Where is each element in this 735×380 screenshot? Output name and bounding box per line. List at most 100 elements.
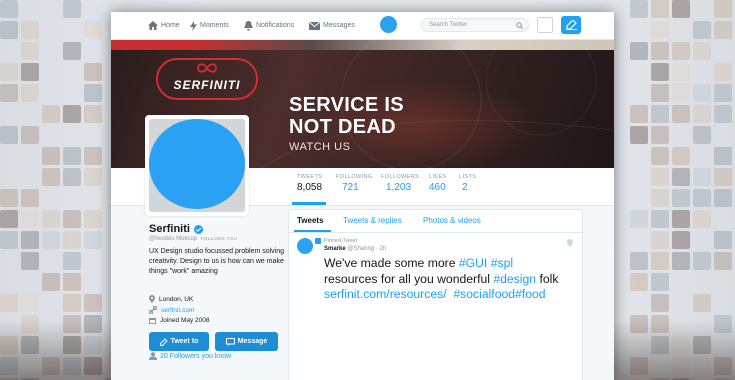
mosaic-tile xyxy=(651,189,669,207)
mosaic-tile xyxy=(84,84,102,102)
mosaic-tile xyxy=(42,273,60,291)
mosaic-tile xyxy=(672,189,690,207)
mosaic-tile xyxy=(84,21,102,39)
pin-icon xyxy=(315,238,321,244)
lightning-icon xyxy=(190,20,197,31)
mosaic-tile xyxy=(651,273,669,291)
mosaic-tile xyxy=(672,63,690,81)
mosaic-tile xyxy=(21,231,39,249)
compose-tweet-button[interactable] xyxy=(561,16,581,34)
mosaic-tile xyxy=(693,168,711,186)
active-tab-indicator xyxy=(294,230,331,232)
message-button[interactable]: Message xyxy=(215,332,278,351)
stat-followers[interactable]: FOLLOWERS 1,203 xyxy=(381,174,419,193)
profile-avatar[interactable] xyxy=(145,115,249,216)
profile-location: London, UK xyxy=(149,295,193,303)
mosaic-tile xyxy=(0,63,18,81)
hashtag-design[interactable]: #design xyxy=(493,272,536,286)
nav-notifications[interactable]: Notifications xyxy=(244,12,294,39)
location-text: London, UK xyxy=(159,295,194,303)
hashtag-gui[interactable]: #GUI xyxy=(459,256,487,270)
tab-tweets-replies[interactable]: Tweets & replies xyxy=(343,216,402,225)
stat-following-value: 721 xyxy=(342,182,359,193)
mosaic-tile xyxy=(0,294,18,312)
search-icon xyxy=(516,22,523,29)
mosaic-tile xyxy=(714,168,732,186)
tweet-text-3: folk xyxy=(536,271,559,286)
bell-icon xyxy=(244,20,253,30)
hashtag-socialfood[interactable]: #socialfood xyxy=(447,287,515,301)
mosaic-tile xyxy=(0,231,18,249)
mosaic-tile xyxy=(21,252,39,270)
mosaic-tile xyxy=(714,63,732,81)
account-menu-button[interactable] xyxy=(537,17,553,33)
nav-moments-label: Moments xyxy=(200,22,229,29)
nav-avatar[interactable] xyxy=(380,16,397,33)
mosaic-tile xyxy=(672,252,690,270)
mosaic-tile xyxy=(63,231,81,249)
mosaic-tile xyxy=(693,105,711,123)
tweet-author-name[interactable]: Smarke xyxy=(324,246,346,252)
tweet-text-2: resources for all you wonderful xyxy=(324,271,494,286)
profile-website[interactable]: serfinit.com xyxy=(149,306,194,314)
stat-likes[interactable]: LIKES 460 xyxy=(429,174,447,193)
mosaic-tile xyxy=(714,0,732,18)
mosaic-tile xyxy=(672,0,690,18)
mosaic-tile xyxy=(630,126,648,144)
location-marker-icon xyxy=(567,239,573,247)
stat-tweets[interactable]: TWEETS 8,058 xyxy=(297,174,322,193)
mosaic-tile xyxy=(42,168,60,186)
mosaic-tile xyxy=(651,210,669,228)
stat-lists-value: 2 xyxy=(462,182,468,193)
mosaic-tile xyxy=(651,0,669,18)
timeline: Tweets Tweets & replies Photos & videos … xyxy=(288,209,583,380)
stat-following[interactable]: FOLLOWING 721 xyxy=(336,174,373,193)
profile-name: Serfiniti xyxy=(149,223,203,235)
tab-photos-videos[interactable]: Photos & videos xyxy=(423,216,481,225)
tweet-time: · 2h xyxy=(375,246,387,252)
active-stat-indicator xyxy=(292,202,326,205)
mosaic-tile xyxy=(0,84,18,102)
stat-likes-label: LIKES xyxy=(429,174,447,180)
mosaic-tile xyxy=(693,42,711,60)
hashtag-spl[interactable]: #spl xyxy=(487,256,513,270)
tab-tweets[interactable]: Tweets xyxy=(297,216,324,225)
followers-you-know[interactable]: 20 Followers you know xyxy=(149,352,231,360)
nav-messages[interactable]: Messages xyxy=(309,12,355,39)
mosaic-tile xyxy=(0,21,18,39)
mosaic-tile xyxy=(714,21,732,39)
mosaic-tile xyxy=(672,231,690,249)
mosaic-tile xyxy=(21,84,39,102)
tweet-author-avatar[interactable] xyxy=(297,238,313,254)
mosaic-tile xyxy=(42,147,60,165)
search-input[interactable]: Search Twitter xyxy=(421,18,529,32)
mosaic-tile xyxy=(693,252,711,270)
tweet-to-label: Tweet to xyxy=(170,338,199,345)
profile-handle: @foodies Mokcup FOLLOWS YOU xyxy=(149,236,237,242)
mosaic-tile xyxy=(714,231,732,249)
mosaic-tile xyxy=(21,63,39,81)
nav-messages-label: Messages xyxy=(323,22,355,29)
mosaic-tile xyxy=(651,84,669,102)
profile-bio: UX Design studio focussed problem solvin… xyxy=(149,248,285,275)
hashtag-food[interactable]: #food xyxy=(515,287,546,301)
mosaic-tile xyxy=(21,210,39,228)
mosaic-tile xyxy=(651,126,669,144)
tweet-link[interactable]: serfinit.com/resources/ xyxy=(324,287,447,301)
profile-handle-text: @foodies Mokcup xyxy=(149,236,198,242)
message-icon xyxy=(225,337,235,346)
nav-home[interactable]: Home xyxy=(148,12,180,39)
stat-lists[interactable]: LISTS 2 xyxy=(459,174,476,193)
tweet-text-1: We've made some more xyxy=(324,256,459,270)
mosaic-tile xyxy=(42,210,60,228)
stat-likes-value: 460 xyxy=(429,182,446,193)
twitter-profile-window: Home Moments Notifications Messages Sear… xyxy=(111,12,614,380)
mosaic-tile xyxy=(84,147,102,165)
avatar-circle xyxy=(149,119,245,209)
nav-moments[interactable]: Moments xyxy=(190,12,229,39)
search-placeholder: Search Twitter xyxy=(429,22,468,28)
tweet-to-button[interactable]: Tweet to xyxy=(149,332,209,351)
mosaic-tile xyxy=(672,84,690,102)
mosaic-tile xyxy=(651,147,669,165)
mosaic-tile xyxy=(0,210,18,228)
